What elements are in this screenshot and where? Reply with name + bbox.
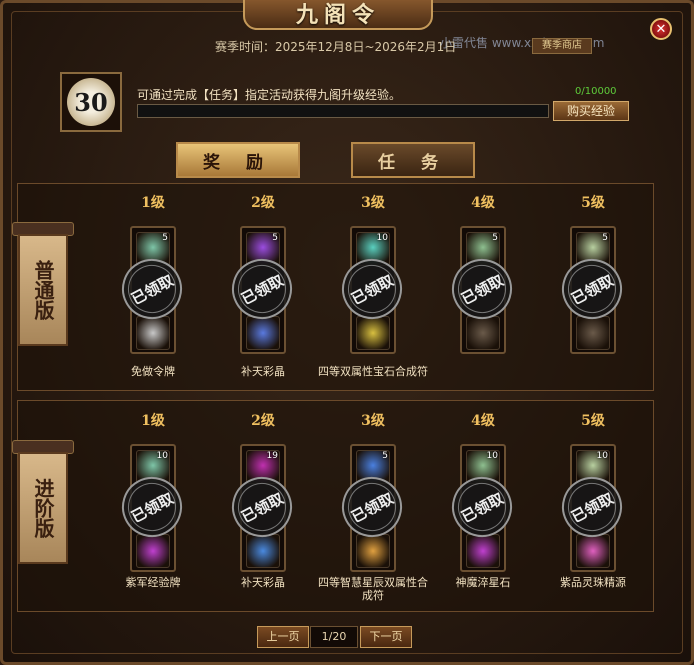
banner-normal-label: 普通版 (31, 260, 55, 320)
exp-description: 可通过完成【任务】指定活动获得九阁升级经验。 (137, 88, 402, 102)
reward-item-icon[interactable] (466, 316, 500, 350)
next-page-button[interactable]: 下一页 (360, 626, 412, 648)
item-count: 5 (272, 233, 278, 243)
item-count: 10 (486, 451, 498, 461)
reward-item-icon[interactable] (356, 534, 390, 568)
reward-item-name: 四等智慧星辰双属性合成符 (318, 576, 428, 602)
tier-label: 2级 (251, 413, 275, 429)
tab-rewards[interactable]: 奖 励 (176, 142, 300, 178)
banner-normal: 普通版 (18, 234, 68, 346)
level-badge: 30 (60, 72, 122, 132)
reward-item-name: 紫品灵珠精源 (560, 576, 626, 589)
reward-item-name: 四等双属性宝石合成符 (318, 365, 428, 378)
reward-item-icon[interactable] (466, 534, 500, 568)
page-indicator: 1/20 (310, 626, 358, 648)
item-count: 5 (382, 451, 388, 461)
reward-item-icon[interactable] (246, 534, 280, 568)
tier-label: 5级 (581, 413, 605, 429)
reward-item-name: 紫军经验牌 (125, 576, 181, 589)
banner-advanced: 进阶版 (18, 452, 68, 564)
reward-item-icon[interactable] (246, 316, 280, 350)
exp-counter: 0/10000 (575, 86, 617, 97)
tier-label: 4级 (471, 195, 495, 211)
window-title: 九阁令 (243, 0, 433, 30)
prev-page-button[interactable]: 上一页 (257, 626, 309, 648)
close-button[interactable]: ✕ (650, 18, 672, 40)
close-icon: ✕ (655, 21, 667, 37)
level-number: 30 (67, 78, 115, 126)
reward-item-name: 补天彩晶 (241, 365, 285, 378)
reward-item-icon[interactable] (576, 316, 610, 350)
item-count: 10 (596, 451, 608, 461)
tier-label: 1级 (141, 413, 165, 429)
buy-exp-button[interactable]: 购买经验 (553, 101, 629, 121)
season-shop-tag[interactable]: 赛季商店 (532, 38, 592, 54)
tier-label: 2级 (251, 195, 275, 211)
reward-item-icon[interactable] (136, 534, 170, 568)
tab-tasks[interactable]: 任 务 (351, 142, 475, 178)
reward-item-icon[interactable] (576, 534, 610, 568)
item-count: 5 (492, 233, 498, 243)
reward-item-name: 神魔淬星石 (455, 576, 511, 589)
item-count: 10 (376, 233, 388, 243)
item-count: 19 (266, 451, 278, 461)
item-count: 10 (156, 451, 168, 461)
exp-progress-bar (137, 104, 549, 118)
reward-item-name: 免做令牌 (131, 365, 175, 378)
item-count: 5 (602, 233, 608, 243)
item-count: 5 (162, 233, 168, 243)
season-time: 赛季时间：2025年12月8日~2026年2月1日 (215, 40, 457, 54)
reward-item-icon[interactable] (136, 316, 170, 350)
tier-label: 1级 (141, 195, 165, 211)
tier-label: 3级 (361, 413, 385, 429)
banner-advanced-label: 进阶版 (31, 478, 55, 538)
reward-item-name: 补天彩晶 (241, 576, 285, 589)
tier-label: 3级 (361, 195, 385, 211)
tier-label: 4级 (471, 413, 495, 429)
reward-item-icon[interactable] (356, 316, 390, 350)
tier-label: 5级 (581, 195, 605, 211)
normal-reward-section (17, 183, 654, 391)
